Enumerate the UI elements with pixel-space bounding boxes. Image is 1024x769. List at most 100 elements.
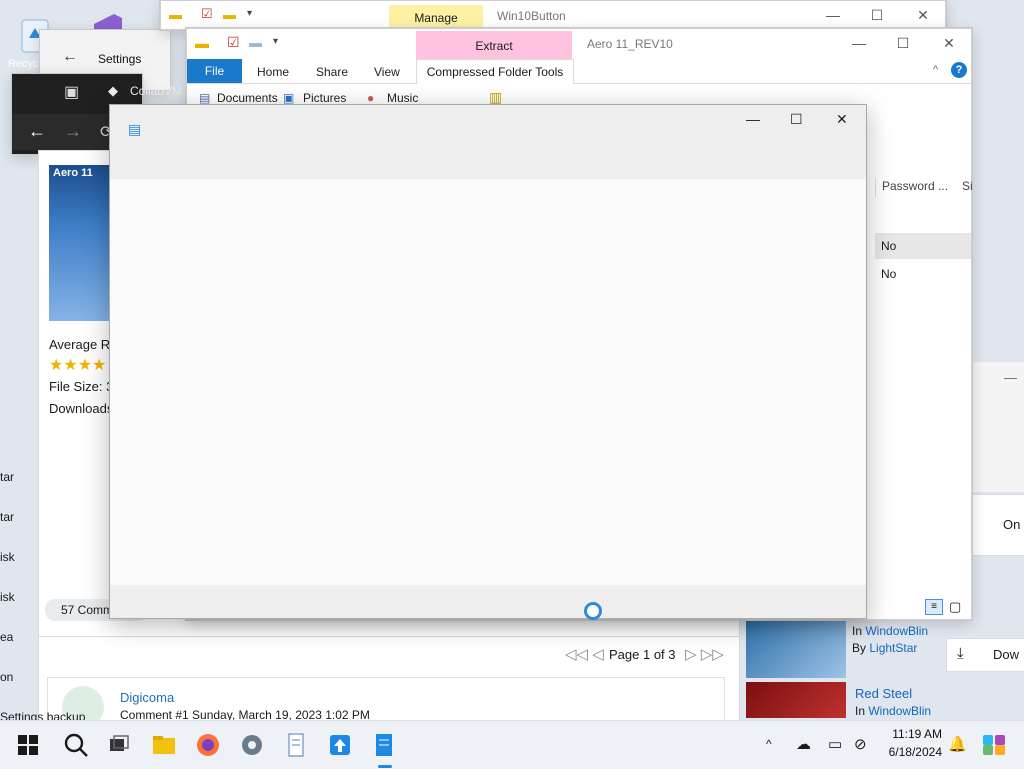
network-icon[interactable]: ⊘ [854,735,867,753]
settings-gear-icon[interactable] [238,731,266,759]
tab-home[interactable]: Home [257,65,289,79]
tab-compressed-folder-tools[interactable]: Compressed Folder Tools [416,59,574,84]
pager-first-prev-icons[interactable]: ◁◁ ◁ [565,645,604,663]
notepad-icon: ▤ [128,121,142,137]
close-button[interactable]: ✕ [911,7,935,23]
qat-dropdown-icon[interactable]: ▾ [247,8,252,19]
task-view-icon[interactable] [104,731,132,759]
comment-author[interactable]: Digicoma [120,690,174,705]
file-explorer-icon[interactable] [150,731,178,759]
close-button[interactable]: ✕ [937,35,961,51]
notepad-doc-icon[interactable] [282,731,310,759]
side-label-6: on [0,670,14,684]
properties-icon[interactable]: ☑ [201,6,213,22]
display-icon[interactable]: ▭ [828,735,842,753]
related-skin-2-source: In WindowBlin [855,704,931,718]
new-folder-icon[interactable]: ▬ [223,7,236,22]
notepad-text-area[interactable] [110,179,866,585]
pager-label: Page 1 of 3 [609,647,676,662]
help-icon[interactable]: ? [951,62,967,78]
password-cell: No [881,267,897,281]
pager-next-last-icons[interactable]: ▷ ▷▷ [685,645,724,663]
window-title: Aero 11_REV10 [587,37,673,51]
notepad-status-bar [110,585,866,618]
related-skin-2-title[interactable]: Red Steel [855,686,912,701]
right-panel-top: — [970,362,1024,492]
pictures-icon: ▣ [283,91,295,105]
column-header-label-size: Si [962,179,973,193]
maximize-button[interactable]: ☐ [891,35,915,51]
chevron-up-icon[interactable]: ^ [766,737,772,751]
clock-time[interactable]: 11:19 AM [880,727,942,741]
on-toggle-area: On [970,494,1024,556]
column-header-password[interactable]: Password ... Si [875,177,973,197]
collabvm-tab-icon: ◆ [108,83,118,98]
skin-thumbnail[interactable]: Aero 11 [49,165,111,321]
minimize-button[interactable]: — [847,35,871,51]
tab-share[interactable]: Share [316,65,348,79]
qat-dropdown-icon[interactable]: ▾ [273,36,278,47]
back-arrow-icon[interactable]: ← [62,48,78,66]
related-skin-2-site[interactable]: WindowBlin [868,704,931,718]
notification-bell-icon[interactable]: 🔔 [948,735,967,753]
related-skin-1-author[interactable]: LightStar [869,641,917,655]
comments-area: ◁◁ ◁ Page 1 of 3 ▷ ▷▷ Digicoma Comment #… [38,636,740,728]
file-row-2[interactable]: No [875,261,971,287]
favorite-pictures[interactable]: Pictures [303,91,346,105]
related-skin-2-in: In [855,704,866,718]
file-size-label: File Size: 3. [49,379,117,394]
download-button[interactable]: ⤓ Dow [946,638,1024,672]
browser-forward-icon[interactable]: → [64,121,82,142]
tab-view[interactable]: View [374,65,400,79]
collapse-ribbon-icon[interactable]: ^ [933,64,938,76]
file-row-1[interactable]: No [875,233,971,259]
related-skin-thumb-2[interactable] [746,682,846,718]
notepad-window[interactable]: ▤ — ☐ ✕ [109,104,867,619]
related-skin-thumb-1[interactable] [746,616,846,678]
firefox-icon[interactable] [194,731,222,759]
maximize-button[interactable]: ☐ [790,111,803,128]
folder-icon: ▬ [169,7,182,22]
maximize-button[interactable]: ☐ [865,7,889,23]
minimize-icon[interactable]: — [1004,370,1017,385]
related-skin-1-by: By [852,641,867,655]
new-folder-icon[interactable]: ▬ [249,35,262,50]
cloud-offline-icon[interactable]: ☁ [796,735,811,753]
side-label-1: tar [0,470,15,484]
explorer-window-back[interactable]: ▬ ☑ ▬ ▾ Manage Win10Button — ☐ ✕ [160,0,946,30]
minimize-button[interactable]: — [821,7,845,23]
extract-tab[interactable]: Extract [416,31,572,59]
copilot-icon[interactable] [980,731,1008,759]
skin-thumbnail-title: Aero 11 [53,167,93,179]
start-icon[interactable] [14,731,42,759]
window-title: Win10Button [497,9,566,23]
related-skin-1-in: In [852,624,863,638]
notepad-titlebar[interactable]: ▤ — ☐ ✕ [110,105,866,179]
downloads-label: Downloads [49,401,114,416]
browser-back-icon[interactable]: ← [28,121,46,142]
upload-app-icon[interactable] [326,731,354,759]
browser-tab-title[interactable]: CollabVM [130,84,182,98]
notepad-active-icon[interactable] [370,731,398,759]
details-view-icon[interactable]: ≡ [925,599,943,615]
tab-actions-icon[interactable]: ▣ [64,82,79,102]
favorite-documents[interactable]: Documents [217,91,278,105]
music-icon: ● [367,91,375,105]
favorite-music[interactable]: Music [387,91,418,105]
large-icons-view-icon[interactable]: ▢ [949,599,961,615]
side-label-2: tar [0,510,15,524]
tab-file[interactable]: File [187,59,242,83]
search-icon[interactable] [62,731,90,759]
close-button[interactable]: ✕ [836,111,848,128]
settings-title: Settings [98,52,142,66]
taskbar: ^ ☁ ▭ ⊘ 11:19 AM 6/18/2024 🔔 [0,720,1024,769]
clock-date[interactable]: 6/18/2024 [880,745,942,759]
side-label-3: isk [0,550,15,564]
on-label: On [1003,517,1021,532]
manage-tab[interactable]: Manage [389,5,483,29]
minimize-button[interactable]: — [746,111,760,127]
download-icon: ⤓ [957,645,964,662]
ribbon-tabs: File Home Share View Compressed Folder T… [187,59,971,84]
related-skin-1-site[interactable]: WindowBlin [865,624,928,638]
properties-icon[interactable]: ☑ [227,34,240,51]
